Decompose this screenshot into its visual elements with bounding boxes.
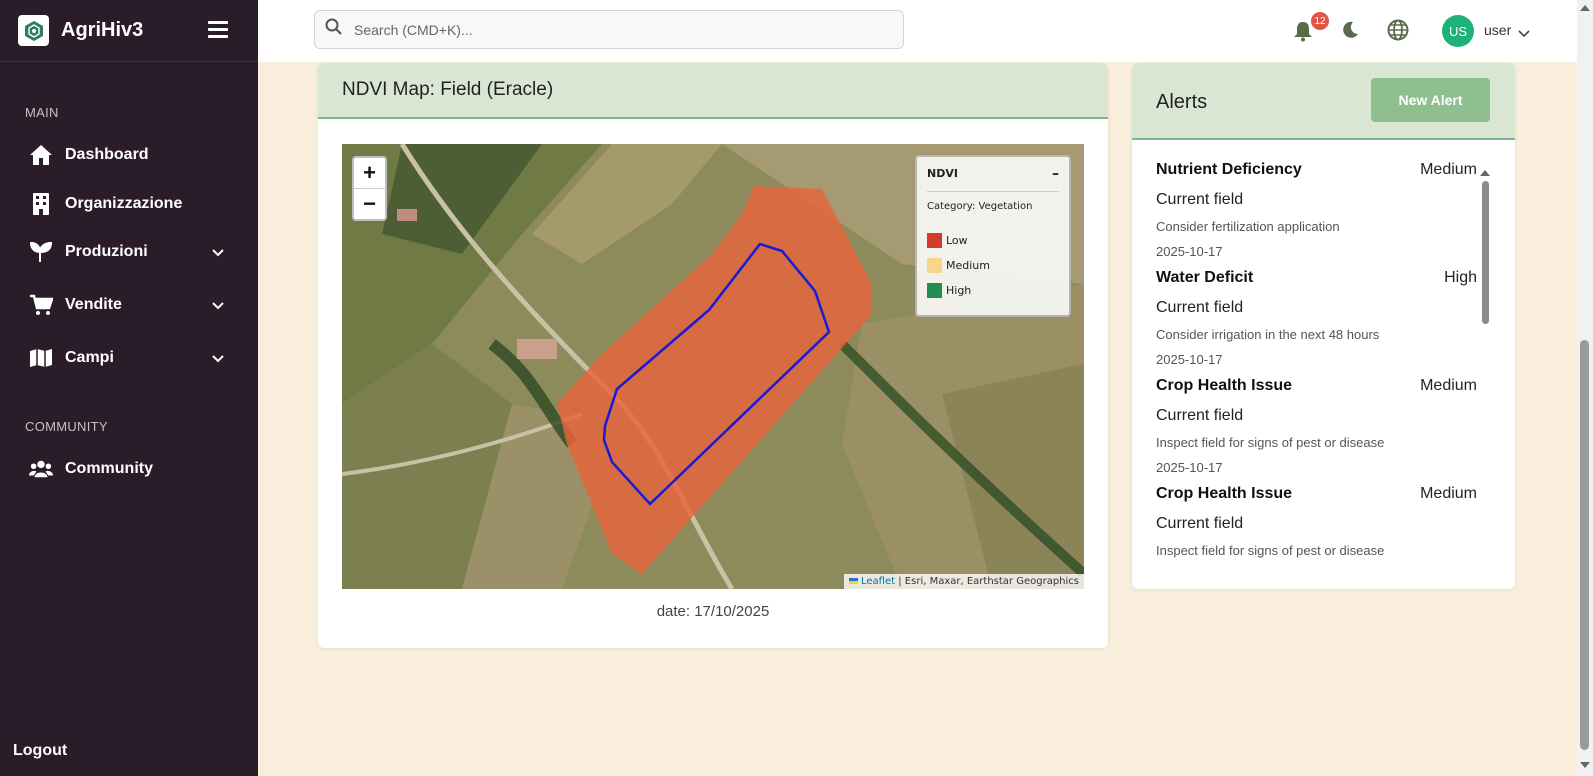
ndvi-card-header: NDVI Map: Field (Eracle) (318, 63, 1108, 119)
chevron-down-icon[interactable] (1518, 25, 1530, 43)
menu-toggle-icon[interactable] (208, 21, 228, 42)
alerts-scrollbar[interactable] (1480, 164, 1490, 589)
zoom-in-button[interactable]: + (354, 158, 385, 188)
scrollbar-thumb[interactable] (1482, 181, 1489, 324)
sidebar-item-label: Dashboard (65, 146, 149, 163)
chevron-down-icon (212, 297, 224, 315)
alert-field: Current field (1156, 299, 1244, 316)
sidebar-item-community[interactable]: Community (0, 449, 258, 489)
flag-icon (848, 578, 858, 584)
scrollbar-thumb[interactable] (1580, 340, 1589, 750)
legend-item-medium: Medium (927, 253, 1059, 278)
notification-badge: 12 (1311, 12, 1329, 30)
users-icon (29, 457, 53, 481)
scroll-down-icon[interactable] (1580, 762, 1590, 768)
alert-field: Current field (1156, 191, 1244, 208)
user-name[interactable]: user (1484, 22, 1511, 38)
alert-field: Current field (1156, 407, 1244, 424)
legend-title: NDVI (927, 167, 958, 180)
sidebar-item-dashboard[interactable]: Dashboard (0, 135, 258, 175)
list-item[interactable]: Nutrient Deficiency Medium Current field… (1132, 142, 1515, 259)
moon-icon[interactable] (1340, 20, 1360, 45)
list-item[interactable]: Crop Health Issue Medium Current field I… (1132, 466, 1515, 574)
ndvi-title: NDVI Map: Field (Eracle) (342, 79, 554, 100)
legend-item-high: High (927, 278, 1059, 303)
sidebar-item-label: Produzioni (65, 243, 148, 260)
new-alert-button[interactable]: New Alert (1371, 78, 1490, 122)
alert-type: Crop Health Issue (1156, 377, 1293, 394)
alert-severity: Medium (1420, 377, 1477, 394)
sidebar-item-organizzazione[interactable]: Organizzazione (0, 184, 258, 224)
ndvi-map[interactable]: + − NDVI – Category: Vegetation Low Medi… (342, 144, 1084, 589)
alert-type: Crop Health Issue (1156, 485, 1293, 502)
seedling-icon (29, 240, 53, 264)
zoom-control: + − (352, 156, 387, 221)
alert-field: Current field (1156, 515, 1244, 532)
app-name: AgriHiv3 (61, 19, 144, 41)
alerts-title: Alerts (1156, 91, 1208, 113)
scroll-up-icon[interactable] (1480, 170, 1490, 176)
logout-link[interactable]: Logout (13, 742, 67, 760)
cart-icon (29, 293, 53, 317)
legend-item-low: Low (927, 228, 1059, 253)
legend-swatch (927, 283, 942, 298)
app-logo-icon (18, 15, 49, 46)
legend-swatch (927, 258, 942, 273)
legend-label: Low (946, 234, 968, 247)
community-section-label: COMMUNITY (25, 419, 108, 434)
alerts-list[interactable]: Nutrient Deficiency Medium Current field… (1132, 142, 1515, 585)
alerts-card: Alerts New Alert Nutrient Deficiency Med… (1132, 63, 1515, 589)
list-item[interactable]: Crop Health Issue Medium Current field I… (1132, 358, 1515, 475)
ndvi-legend: NDVI – Category: Vegetation Low Medium H… (915, 155, 1071, 317)
main-section-label: MAIN (25, 105, 59, 120)
alert-severity: High (1444, 269, 1477, 286)
map-icon (29, 346, 53, 370)
building-icon (29, 192, 53, 216)
legend-collapse-button[interactable]: – (1052, 166, 1059, 182)
globe-icon[interactable] (1387, 19, 1409, 46)
ndvi-date: date: 17/10/2025 (656, 603, 770, 620)
sidebar-item-label: Campi (65, 349, 114, 366)
chevron-down-icon (212, 350, 224, 368)
alert-recommendation: Consider fertilization application (1156, 219, 1340, 234)
sidebar-item-produzioni[interactable]: Produzioni (0, 232, 258, 272)
alert-recommendation: Consider irrigation in the next 48 hours (1156, 327, 1380, 342)
alert-recommendation: Inspect field for signs of pest or disea… (1156, 435, 1385, 450)
search-input[interactable] (352, 20, 876, 39)
avatar[interactable]: US (1442, 15, 1474, 47)
home-icon (29, 143, 53, 167)
sidebar-item-campi[interactable]: Campi (0, 338, 258, 378)
leaflet-link[interactable]: Leaflet (861, 576, 895, 587)
alerts-card-header: Alerts New Alert (1132, 63, 1515, 140)
sidebar-item-label: Community (65, 460, 153, 477)
sidebar-item-label: Vendite (65, 296, 122, 313)
alert-type: Nutrient Deficiency (1156, 161, 1302, 178)
alert-recommendation: Inspect field for signs of pest or disea… (1156, 543, 1385, 558)
topbar: 12 US user (258, 0, 1593, 62)
legend-category: Category: Vegetation (927, 201, 1033, 212)
list-item[interactable]: Water Deficit High Current field Conside… (1132, 250, 1515, 367)
sidebar-item-label: Organizzazione (65, 195, 183, 212)
legend-label: High (946, 284, 972, 297)
search-icon (325, 18, 343, 41)
page-scrollbar[interactable] (1577, 0, 1593, 776)
alert-type: Water Deficit (1156, 269, 1254, 286)
alert-severity: Medium (1420, 161, 1477, 178)
search-bar[interactable] (314, 10, 904, 49)
chevron-down-icon (212, 244, 224, 262)
zoom-out-button[interactable]: − (354, 188, 385, 219)
sidebar-item-vendite[interactable]: Vendite (0, 285, 258, 325)
map-attribution: Leaflet | Esri, Maxar, Earthstar Geograp… (843, 574, 1084, 589)
legend-label: Medium (946, 259, 990, 272)
sidebar: AgriHiv3 MAIN Dashboard Organizzazione P… (0, 0, 258, 776)
alert-severity: Medium (1420, 485, 1477, 502)
scroll-up-icon[interactable] (1580, 5, 1590, 11)
attribution-text: | Esri, Maxar, Earthstar Geographics (898, 576, 1079, 587)
ndvi-card: NDVI Map: Field (Eracle) + − NDVI – Cate… (318, 63, 1108, 648)
legend-swatch (927, 233, 942, 248)
